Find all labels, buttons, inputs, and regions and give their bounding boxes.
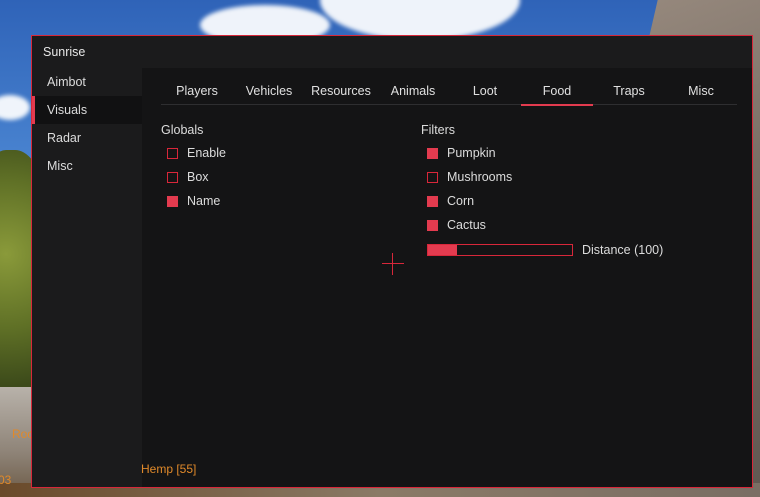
sidebar-item-radar[interactable]: Radar [32,124,142,152]
distance-slider[interactable] [427,244,573,256]
tab-traps[interactable]: Traps [593,82,665,104]
checkbox-label: Enable [187,146,226,160]
tab-loot[interactable]: Loot [449,82,521,104]
checkbox-box [167,147,178,159]
tab-vehicles[interactable]: Vehicles [233,82,305,104]
tab-animals[interactable]: Animals [377,82,449,104]
checkbox-box [427,219,438,231]
checkbox-label: Box [187,170,209,184]
tab-food[interactable]: Food [521,82,593,106]
distance-label: Distance (100) [582,243,664,257]
sidebar-item-label: Aimbot [47,75,86,89]
crosshair-icon [382,253,404,275]
menu-window: Sunrise Aimbot Visuals Radar Misc Player… [31,35,753,488]
checkbox-label: Cactus [447,218,486,232]
esp-label-hemp: Hemp [55] [141,462,197,476]
sidebar-item-label: Visuals [47,103,88,117]
sidebar-item-visuals[interactable]: Visuals [32,96,142,124]
globals-title: Globals [161,123,204,137]
sidebar-item-misc[interactable]: Misc [32,152,142,180]
sidebar-item-aimbot[interactable]: Aimbot [32,68,142,96]
checkbox-box [427,195,438,207]
tab-resources[interactable]: Resources [305,82,377,104]
sidebar-item-label: Misc [47,159,73,173]
filters-title: Filters [421,123,456,137]
cactus-checkbox[interactable]: Cactus [427,217,486,233]
content-panel: Players Vehicles Resources Animals Loot … [141,68,752,487]
esp-label-edge: 03 [0,473,12,487]
box-checkbox[interactable]: Box [167,169,209,185]
window-title: Sunrise [43,45,86,59]
checkbox-box [167,171,178,183]
pumpkin-checkbox[interactable]: Pumpkin [427,145,496,161]
distance-slider-row: Distance (100) [427,243,663,257]
checkbox-label: Name [187,194,221,208]
tab-bar: Players Vehicles Resources Animals Loot … [161,82,737,106]
checkbox-box [427,171,438,183]
checkbox-label: Mushrooms [447,170,513,184]
sidebar: Aimbot Visuals Radar Misc [32,68,142,180]
mushrooms-checkbox[interactable]: Mushrooms [427,169,512,185]
sidebar-item-label: Radar [47,131,82,145]
checkbox-box [427,147,438,159]
corn-checkbox[interactable]: Corn [427,193,474,209]
tab-players[interactable]: Players [161,82,233,104]
checkbox-label: Corn [447,194,475,208]
name-checkbox[interactable]: Name [167,193,220,209]
slider-fill [428,245,457,255]
checkbox-box [167,195,178,207]
checkbox-label: Pumpkin [447,146,496,160]
tab-misc[interactable]: Misc [665,82,737,104]
enable-checkbox[interactable]: Enable [167,145,226,161]
